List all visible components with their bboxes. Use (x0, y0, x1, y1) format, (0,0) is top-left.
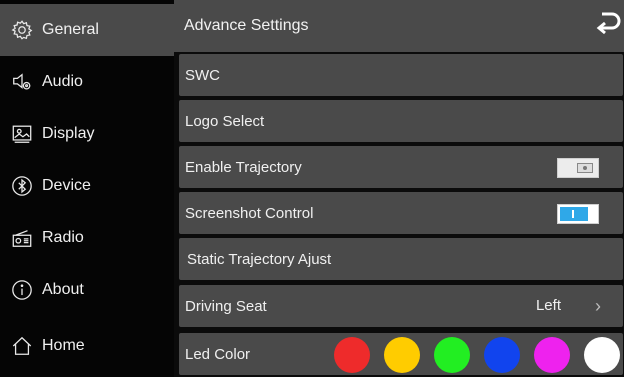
chevron-right-icon: › (595, 296, 601, 316)
screenshot-control-toggle[interactable] (557, 204, 599, 224)
back-arrow-icon (596, 12, 621, 35)
sidebar-item-label: About (42, 281, 84, 298)
display-icon (10, 122, 34, 146)
toggle-knob (577, 163, 593, 173)
driving-seat-value: Left (535, 297, 561, 314)
radio-icon (10, 226, 34, 250)
gear-icon (10, 18, 34, 42)
page-title: Advance Settings (184, 17, 309, 34)
sidebar-item-display[interactable]: Display (0, 108, 174, 160)
bluetooth-icon (10, 174, 34, 198)
enable-trajectory-row: Enable Trajectory (179, 146, 623, 188)
logo-select-label: Logo Select (185, 112, 265, 130)
sidebar-item-device[interactable]: Device (0, 160, 174, 212)
page-header: Advance Settings (174, 0, 624, 52)
screenshot-control-row: Screenshot Control (179, 192, 623, 234)
led-color-swatch-blue[interactable] (484, 337, 520, 373)
sidebar-item-label: Audio (42, 73, 83, 90)
static-trajectory-row[interactable]: Static Trajectory Ajust (179, 238, 623, 280)
settings-screen: General Audio Display Device Radio About… (0, 0, 624, 377)
info-icon (10, 278, 34, 302)
swc-label: SWC (185, 66, 220, 84)
sidebar-item-radio[interactable]: Radio (0, 212, 174, 264)
sidebar-item-label: General (42, 21, 99, 38)
sidebar: General Audio Display Device Radio About… (0, 0, 174, 377)
driving-seat-row[interactable]: Driving Seat Left › (179, 285, 623, 327)
back-button[interactable] (592, 10, 622, 42)
sidebar-item-label: Home (42, 337, 85, 354)
enable-trajectory-toggle[interactable] (557, 158, 599, 178)
sidebar-item-about[interactable]: About (0, 264, 174, 316)
led-color-swatch-magenta[interactable] (534, 337, 570, 373)
led-color-swatch-white[interactable] (584, 337, 620, 373)
sidebar-item-label: Radio (42, 229, 84, 246)
led-color-swatch-red[interactable] (334, 337, 370, 373)
sidebar-item-home[interactable]: Home (0, 320, 174, 372)
sidebar-item-label: Device (42, 177, 91, 194)
sidebar-item-general[interactable]: General (0, 4, 174, 56)
speaker-icon (10, 70, 34, 94)
led-color-swatch-yellow[interactable] (384, 337, 420, 373)
logo-select-row[interactable]: Logo Select (179, 100, 623, 142)
swc-row[interactable]: SWC (179, 54, 623, 96)
sidebar-item-label: Display (42, 125, 95, 142)
home-icon (10, 334, 34, 358)
led-color-swatch-green[interactable] (434, 337, 470, 373)
sidebar-item-audio[interactable]: Audio (0, 56, 174, 108)
static-trajectory-label: Static Trajectory Ajust (187, 250, 332, 268)
toggle-fill (560, 207, 588, 221)
